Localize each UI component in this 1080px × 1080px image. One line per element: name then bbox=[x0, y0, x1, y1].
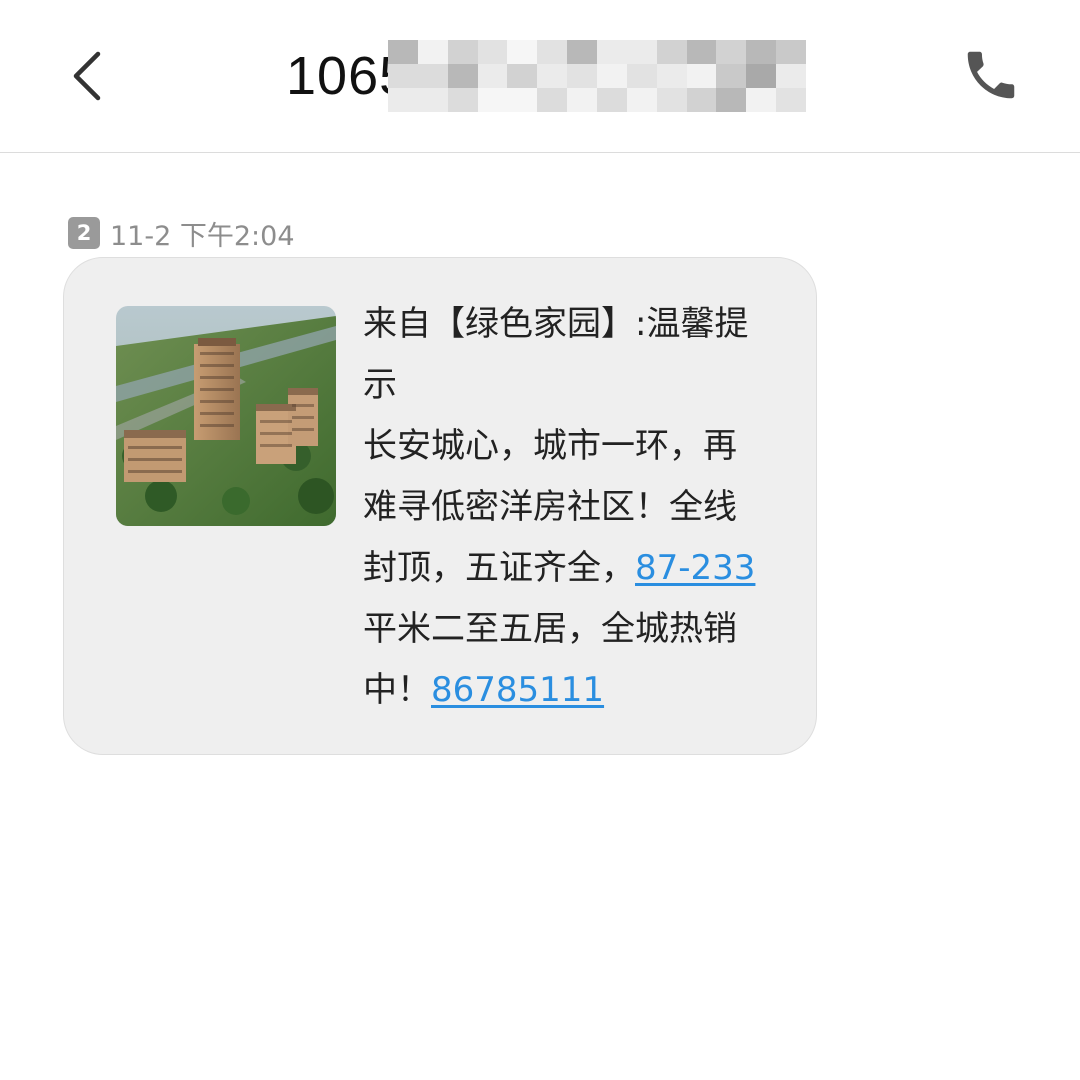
mosaic-cell bbox=[477, 88, 508, 112]
mosaic-cell bbox=[776, 88, 806, 112]
message-line-3: 长安城心，城市一环，再 bbox=[363, 426, 737, 466]
mosaic-cell bbox=[388, 88, 418, 112]
mosaic-cell bbox=[716, 40, 747, 64]
mosaic-cell bbox=[597, 40, 627, 64]
mosaic-cell bbox=[686, 40, 717, 64]
mosaic-cell bbox=[537, 40, 568, 64]
message-line-2: 示 bbox=[363, 365, 397, 405]
mosaic-cell bbox=[626, 64, 657, 88]
mosaic-cell bbox=[686, 88, 717, 112]
sender-number-text: 1065 bbox=[286, 46, 388, 106]
mosaic-cell bbox=[597, 64, 627, 88]
sender-number: 1065 bbox=[286, 40, 388, 112]
mosaic-cell bbox=[417, 64, 448, 88]
conversation-header: 1065 bbox=[0, 0, 1080, 153]
mosaic-cell bbox=[567, 40, 597, 64]
chevron-left-icon bbox=[73, 51, 101, 101]
mosaic-cell bbox=[746, 88, 777, 112]
call-button[interactable] bbox=[960, 44, 1022, 106]
message-meta: 2 11-2 下午2:04 bbox=[68, 214, 295, 252]
message-timestamp: 11-2 下午2:04 bbox=[110, 220, 295, 252]
message-line-5: 封顶，五证齐全，87-233 bbox=[363, 538, 783, 599]
phone-number-link[interactable]: 86785111 bbox=[431, 670, 604, 710]
mosaic-cell bbox=[776, 40, 806, 64]
mosaic-cell bbox=[716, 64, 747, 88]
mosaic-cell bbox=[656, 64, 687, 88]
area-range-link[interactable]: 87-233 bbox=[635, 548, 755, 588]
mosaic-cell bbox=[686, 64, 717, 88]
message-line-6: 平米二至五居，全城热销 bbox=[363, 609, 737, 649]
mosaic-cell bbox=[656, 88, 687, 112]
redaction-mosaic bbox=[388, 40, 806, 112]
mosaic-cell bbox=[477, 40, 508, 64]
mosaic-cell bbox=[656, 40, 687, 64]
mosaic-cell bbox=[567, 64, 597, 88]
message-line-7-text: 中！ bbox=[363, 670, 431, 710]
mosaic-cell bbox=[746, 40, 777, 64]
mosaic-cell bbox=[447, 40, 478, 64]
mosaic-cell bbox=[507, 40, 538, 64]
mosaic-cell bbox=[537, 88, 568, 112]
mosaic-cell bbox=[776, 64, 806, 88]
mosaic-cell bbox=[626, 40, 657, 64]
sim-slot-badge: 2 bbox=[68, 217, 100, 249]
back-button[interactable] bbox=[58, 40, 118, 112]
mosaic-cell bbox=[746, 64, 777, 88]
mosaic-cell bbox=[388, 64, 418, 88]
mosaic-cell bbox=[477, 64, 508, 88]
message-body: 来自【绿色家园】:温馨提 示 长安城心，城市一环，再 难寻低密洋房社区！全线 封… bbox=[363, 294, 783, 721]
mosaic-cell bbox=[716, 88, 747, 112]
message-line-5-text: 封顶，五证齐全， bbox=[363, 548, 635, 588]
mosaic-cell bbox=[447, 88, 478, 112]
mosaic-cell bbox=[626, 88, 657, 112]
message-bubble[interactable]: 来自【绿色家园】:温馨提 示 长安城心，城市一环，再 难寻低密洋房社区！全线 封… bbox=[63, 257, 817, 755]
mosaic-cell bbox=[507, 88, 538, 112]
building-render-image bbox=[116, 306, 336, 526]
mosaic-cell bbox=[597, 88, 627, 112]
message-line-1: 来自【绿色家园】:温馨提 bbox=[363, 304, 749, 344]
message-image[interactable] bbox=[116, 306, 336, 526]
mosaic-cell bbox=[417, 40, 448, 64]
mosaic-cell bbox=[388, 40, 418, 64]
message-line-7: 中！86785111 bbox=[363, 660, 783, 721]
mosaic-cell bbox=[507, 64, 538, 88]
mosaic-cell bbox=[537, 64, 568, 88]
mosaic-cell bbox=[447, 64, 478, 88]
mosaic-cell bbox=[567, 88, 597, 112]
phone-icon bbox=[967, 51, 1015, 99]
message-line-4: 难寻低密洋房社区！全线 bbox=[363, 487, 737, 527]
mosaic-cell bbox=[417, 88, 448, 112]
